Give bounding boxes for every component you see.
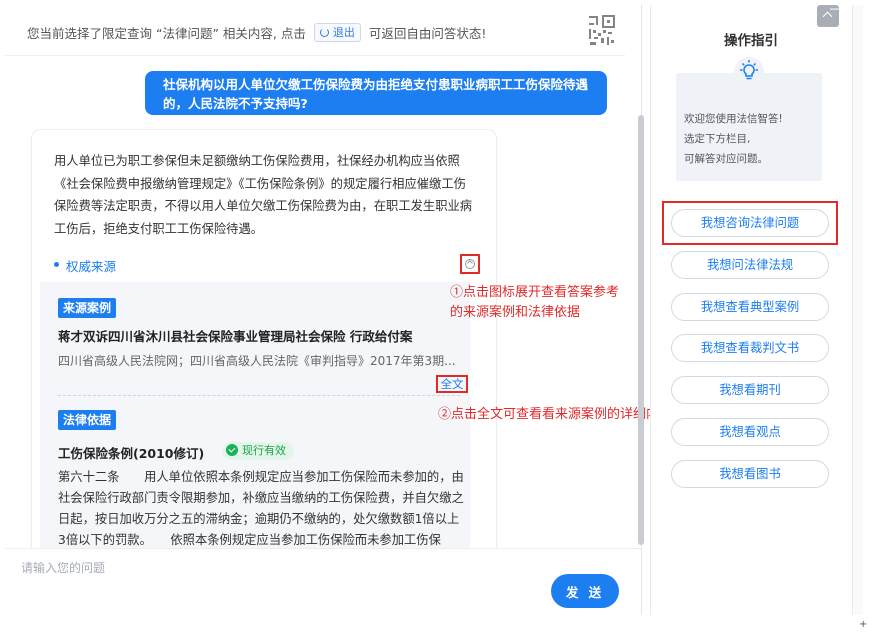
guide-button-journals[interactable]: 我想看期刊 bbox=[671, 376, 829, 404]
guide-button-laws-regulations[interactable]: 我想问法律法规 bbox=[671, 251, 829, 279]
qr-code-icon[interactable] bbox=[588, 15, 616, 47]
answer-text: 用人单位已为职工参保但未足额缴纳工伤保险费用，社保经办机构应当依照《社会保险费申… bbox=[54, 154, 473, 236]
user-message-bubble: 社保机构以用人单位欠缴工伤保险费为由拒绝支付患职业病职工工伤保险待遇的，人民法院… bbox=[145, 71, 607, 115]
legal-basis-tag: 法律依据 bbox=[58, 410, 117, 430]
tip-line: 选定下方栏目, bbox=[684, 133, 751, 145]
authority-sources-header[interactable]: 权威来源 bbox=[54, 254, 474, 276]
exit-button-label: 退出 bbox=[332, 26, 355, 39]
power-icon bbox=[319, 28, 329, 37]
guide-button-legal-question[interactable]: 我想咨询法律问题 bbox=[671, 209, 829, 237]
notice-bar: 您当前选择了限定查询 “法律问题” 相关内容, 点击 退出 可返回自由问答状态! bbox=[5, 5, 625, 56]
full-text-link[interactable]: 全文 bbox=[436, 375, 468, 393]
authority-sources-label: 权威来源 bbox=[66, 259, 117, 274]
notice-text-after: 可返回自由问答状态! bbox=[368, 26, 487, 41]
question-input[interactable] bbox=[19, 557, 423, 579]
bullet-dot bbox=[54, 262, 59, 267]
guide-scrollbar[interactable] bbox=[852, 5, 863, 615]
guide-title: 操作指引 bbox=[724, 33, 778, 49]
law-article-text: 第六十二条 用人单位依照本条例规定应当参加工伤保险而未参加的，由社会保险行政部门… bbox=[58, 470, 464, 547]
guide-button-viewpoints[interactable]: 我想看观点 bbox=[671, 418, 829, 446]
chat-panel: 您当前选择了限定查询 “法律问题” 相关内容, 点击 退出 可返回自由问答状态!… bbox=[5, 5, 672, 615]
law-status-badge: 现行有效 bbox=[222, 442, 294, 460]
chat-scrollbar[interactable] bbox=[638, 115, 644, 545]
tip-text: 欢迎您使用法信智答! 选定下方栏目, 可解答对应问题。 bbox=[684, 109, 783, 169]
annotation-expand-hint: ①点击图标展开查看答案参考的来源案例和法律依据 bbox=[450, 285, 620, 320]
answer-card: 用人单位已为职工参保但未足额缴纳工伤保险费用，社保经办机构应当依照《社会保险费申… bbox=[31, 129, 497, 561]
tip-line: 可解答对应问题。 bbox=[684, 153, 768, 165]
guide-button-books[interactable]: 我想看图书 bbox=[671, 460, 829, 488]
collapse-icon[interactable] bbox=[817, 5, 839, 27]
send-button[interactable]: 发 送 bbox=[551, 574, 619, 608]
tip-line: 欢迎您使用法信智答! bbox=[684, 113, 783, 125]
check-circle-icon bbox=[226, 444, 238, 456]
exit-button[interactable]: 退出 bbox=[313, 23, 361, 42]
notice-text: 您当前选择了限定查询 “法律问题” 相关内容, 点击 退出 可返回自由问答状态! bbox=[27, 23, 486, 42]
guide-button-judgments[interactable]: 我想查看裁判文书 bbox=[671, 334, 829, 362]
annotation-fulltext-hint: ②点击全文可查看看来源案例的详细内容 bbox=[438, 407, 673, 422]
guide-button-typical-cases[interactable]: 我想查看典型案例 bbox=[671, 293, 829, 321]
lightbulb-icon bbox=[734, 57, 764, 87]
chevron-up-circle-icon[interactable] bbox=[460, 254, 480, 274]
source-case-origin: 四川省高级人民法院网；四川省高级人民法院《审判指导》2017年第3期... bbox=[58, 354, 456, 368]
corner-mark: + bbox=[859, 619, 868, 630]
source-case-tag: 来源案例 bbox=[58, 298, 117, 318]
law-status-label: 现行有效 bbox=[242, 444, 286, 457]
input-area: 发 送 bbox=[5, 548, 641, 616]
guide-panel: 操作指引 欢迎您使用法信智答! 选定下方栏目, 可解答对应问题。 我想咨询法律问… bbox=[650, 5, 851, 615]
notice-text-before: 您当前选择了限定查询 “法律问题” 相关内容, 点击 bbox=[27, 26, 306, 41]
law-title[interactable]: 工伤保险条例(2010修订) bbox=[58, 443, 204, 462]
tip-box: 欢迎您使用法信智答! 选定下方栏目, 可解答对应问题。 bbox=[676, 57, 822, 181]
source-case-title[interactable]: 蒋才双诉四川省沐川县社会保险事业管理局社会保险 行政给付案 bbox=[58, 326, 412, 345]
divider bbox=[58, 395, 460, 396]
